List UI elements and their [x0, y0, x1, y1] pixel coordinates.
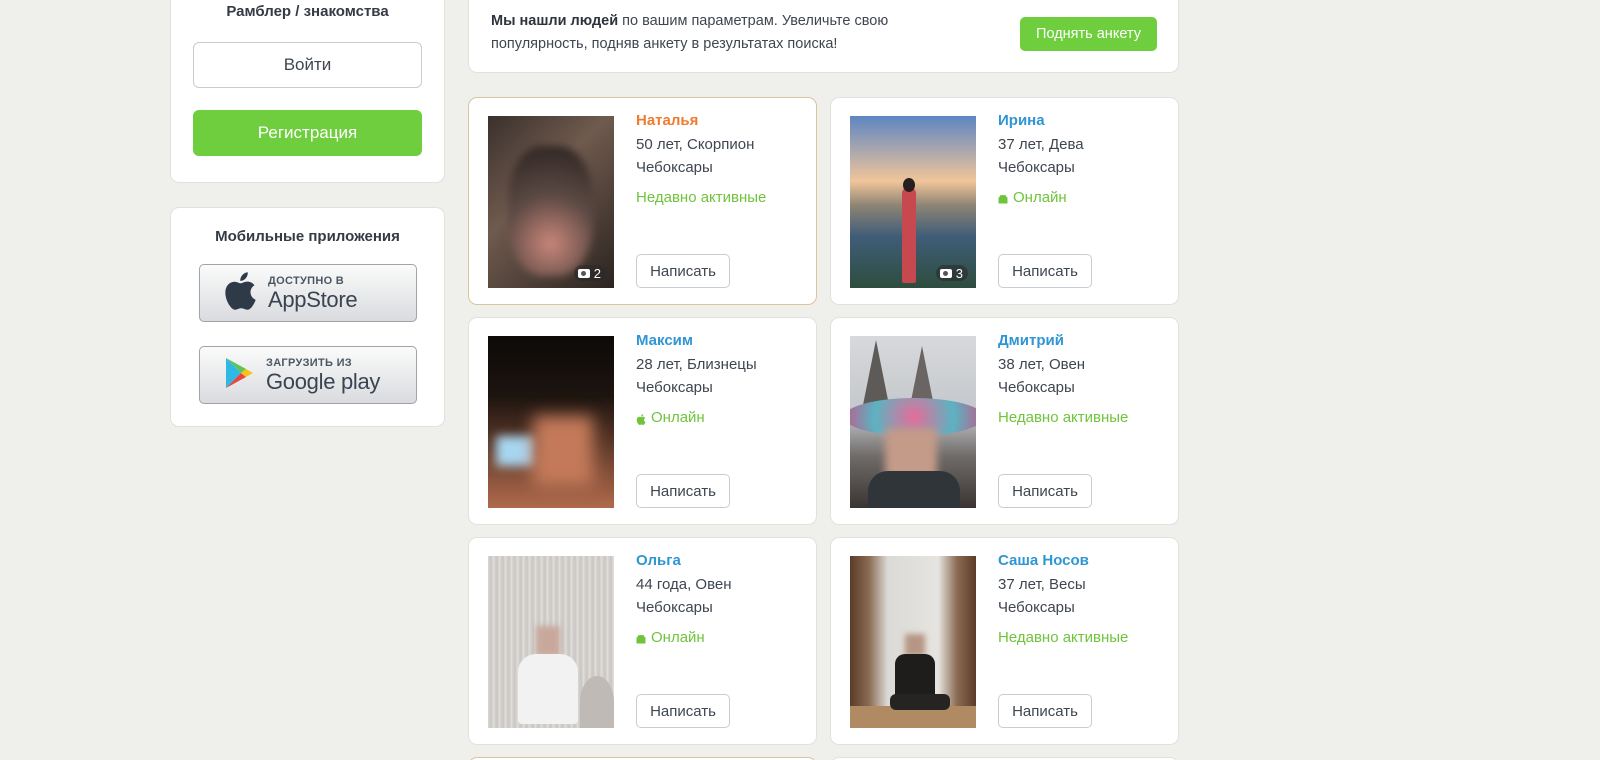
profile-photo[interactable]: [488, 556, 614, 728]
profile-card[interactable]: 3 Ирина 37 лет, Дева Чебоксары Онлайн На…: [830, 97, 1179, 305]
googleplay-small-text: ЗАГРУЗИТЬ ИЗ: [266, 356, 352, 369]
profile-city: Чебоксары: [998, 599, 1075, 616]
mobile-apps-title: Мобильные приложения: [215, 228, 400, 245]
profile-photo[interactable]: 3: [850, 116, 976, 288]
status-text: Онлайн: [651, 409, 705, 426]
write-message-button[interactable]: Написать: [636, 474, 730, 508]
camera-icon: [939, 268, 952, 278]
status-text: Онлайн: [651, 629, 705, 646]
google-play-icon: [224, 357, 254, 394]
boost-banner: Мы нашли людей по вашим параметрам. Увел…: [468, 0, 1179, 73]
profile-status: Онлайн: [998, 189, 1067, 206]
auth-panel: Рамблер / знакомства Войти Регистрация: [170, 0, 445, 183]
profile-city: Чебоксары: [998, 379, 1075, 396]
status-text: Онлайн: [1013, 189, 1067, 206]
profile-status: Недавно активные: [636, 189, 766, 206]
login-button[interactable]: Войти: [193, 42, 422, 88]
profile-status: Онлайн: [636, 409, 705, 426]
apple-icon: [636, 412, 646, 425]
android-icon: [998, 192, 1008, 204]
photo-count: 2: [593, 265, 601, 281]
profile-photo[interactable]: 2: [488, 116, 614, 288]
profile-status: Онлайн: [636, 629, 705, 646]
profile-name[interactable]: Максим: [636, 332, 693, 349]
status-text: Недавно активные: [998, 409, 1129, 426]
profile-age-sign: 50 лет, Скорпион: [636, 136, 755, 153]
profile-name[interactable]: Ольга: [636, 552, 681, 569]
profile-name[interactable]: Дмитрий: [998, 332, 1064, 349]
register-button[interactable]: Регистрация: [193, 110, 422, 156]
status-text: Недавно активные: [998, 629, 1129, 646]
profile-photo[interactable]: [850, 556, 976, 728]
profile-card[interactable]: Саша Носов 37 лет, Весы Чебоксары Недавн…: [830, 537, 1179, 745]
apple-icon: [224, 271, 256, 315]
profile-photo[interactable]: [488, 336, 614, 508]
status-text: Недавно активные: [636, 189, 767, 206]
profile-age-sign: 37 лет, Весы: [998, 576, 1086, 593]
write-message-button[interactable]: Написать: [998, 474, 1092, 508]
android-icon: [636, 632, 646, 644]
profile-age-sign: 44 года, Овен: [636, 576, 732, 593]
profile-city: Чебоксары: [998, 159, 1075, 176]
mobile-apps-panel: Мобильные приложения ДОСТУПНО В AppStore…: [170, 207, 445, 427]
profile-card[interactable]: Максим 28 лет, Близнецы Чебоксары Онлайн…: [468, 317, 817, 525]
camera-icon: [577, 268, 590, 278]
boost-profile-button[interactable]: Поднять анкету: [1020, 17, 1157, 51]
appstore-big-text: AppStore: [268, 286, 358, 312]
profile-card[interactable]: Дмитрий 38 лет, Овен Чебоксары Недавно а…: [830, 317, 1179, 525]
profile-city: Чебоксары: [636, 599, 713, 616]
photo-count: 3: [955, 265, 963, 281]
profile-city: Чебоксары: [636, 159, 713, 176]
profile-status: Недавно активные: [998, 409, 1128, 426]
profile-age-sign: 37 лет, Дева: [998, 136, 1084, 153]
photo-count-badge: 3: [935, 265, 968, 281]
appstore-button[interactable]: ДОСТУПНО В AppStore: [199, 264, 417, 322]
banner-text: Мы нашли людей по вашим параметрам. Увел…: [491, 10, 961, 56]
profile-age-sign: 38 лет, Овен: [998, 356, 1086, 373]
profile-city: Чебоксары: [636, 379, 713, 396]
profile-name[interactable]: Саша Носов: [998, 552, 1089, 569]
banner-bold-text: Мы нашли людей: [491, 13, 619, 29]
profile-status: Недавно активные: [998, 629, 1128, 646]
photo-count-badge: 2: [573, 265, 606, 281]
profile-card[interactable]: 2 Наталья 50 лет, Скорпион Чебоксары Нед…: [468, 97, 817, 305]
profile-card[interactable]: Ольга 44 года, Овен Чебоксары Онлайн Нап…: [468, 537, 817, 745]
profile-age-sign: 28 лет, Близнецы: [636, 356, 757, 373]
googleplay-big-text: Google play: [266, 368, 381, 394]
profile-photo[interactable]: [850, 336, 976, 508]
write-message-button[interactable]: Написать: [636, 694, 730, 728]
write-message-button[interactable]: Написать: [636, 254, 730, 288]
googleplay-button[interactable]: ЗАГРУЗИТЬ ИЗ Google play: [199, 346, 417, 404]
write-message-button[interactable]: Написать: [998, 694, 1092, 728]
appstore-small-text: ДОСТУПНО В: [268, 274, 345, 287]
write-message-button[interactable]: Написать: [998, 254, 1092, 288]
profile-name[interactable]: Ирина: [998, 112, 1045, 129]
auth-panel-title: Рамблер / знакомства: [226, 3, 389, 20]
profile-name[interactable]: Наталья: [636, 112, 698, 129]
